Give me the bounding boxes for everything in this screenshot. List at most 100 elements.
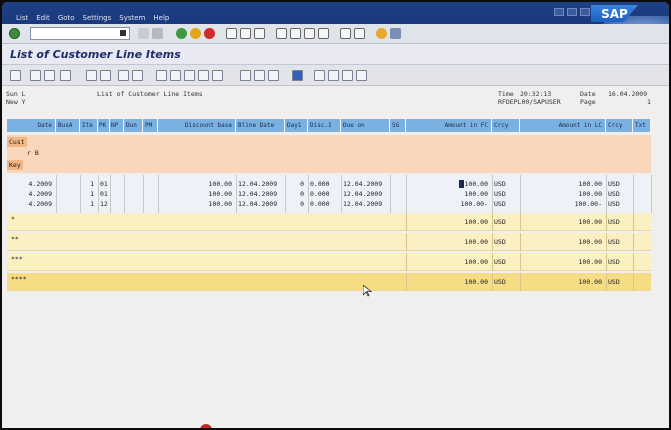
cell-due: 12.04.2009	[343, 200, 383, 208]
table-row[interactable]: 4.2009 1 01 100.00 12.04.2009 0 0.000 12.04.200…	[7, 189, 651, 199]
col-discount-base[interactable]: Discount base	[158, 119, 236, 132]
close-icon[interactable]	[580, 8, 590, 16]
col-crcy-lc[interactable]: Crcy	[606, 119, 633, 132]
shortcut-icon[interactable]	[354, 28, 365, 39]
cell-day1: 0	[300, 180, 304, 188]
column-divider	[651, 175, 652, 213]
total-row[interactable]: *** 100.00 USD 100.00 USD	[7, 253, 651, 271]
cancel-icon[interactable]	[204, 28, 215, 39]
header-date-label: Date	[580, 90, 596, 98]
table-row[interactable]: 4.2009 1 01 100.00 12.04.2009 0 0.000 12.04.200…	[7, 179, 651, 189]
menu-help[interactable]: Help	[153, 14, 169, 22]
first-item-icon[interactable]	[314, 70, 325, 81]
exit-icon[interactable]	[190, 28, 201, 39]
cell-disc-base: 100.00	[208, 190, 232, 198]
table-row[interactable]: 4.2009 1 12 100.00 12.04.2009 0 0.000 12.04.200…	[7, 199, 651, 209]
find-next-icon[interactable]	[254, 28, 265, 39]
next-item-icon[interactable]	[342, 70, 353, 81]
col-dun[interactable]: Dun	[124, 119, 143, 132]
column-divider	[606, 253, 607, 271]
total-row[interactable]: * 100.00 USD 100.00 USD	[7, 213, 651, 231]
next-page-icon[interactable]	[304, 28, 315, 39]
sort-ascending-icon[interactable]	[30, 70, 41, 81]
col-txt[interactable]: Txt	[633, 119, 651, 132]
col-bline-date[interactable]: Bline Date	[236, 119, 285, 132]
print-icon[interactable]	[226, 28, 237, 39]
red-indicator-icon	[200, 424, 212, 428]
col-np[interactable]: NP	[110, 119, 124, 132]
last-page-icon[interactable]	[318, 28, 329, 39]
menu-settings[interactable]: Settings	[83, 14, 112, 22]
create-session-icon[interactable]	[340, 28, 351, 39]
cell-date: 4.2009	[28, 190, 52, 198]
total-level: *	[11, 215, 15, 223]
col-amount-lc[interactable]: Amount in LC	[520, 119, 606, 132]
column-divider	[158, 175, 159, 213]
find-icon[interactable]	[240, 28, 251, 39]
sap-window: List Edit Goto Settings System Help SAP	[2, 2, 669, 428]
col-day1[interactable]: Day1	[285, 119, 308, 132]
minimize-icon[interactable]	[554, 8, 564, 16]
first-page-icon[interactable]	[276, 28, 287, 39]
word-processing-icon[interactable]	[184, 70, 195, 81]
mail-icon[interactable]	[156, 70, 167, 81]
save-layout-icon[interactable]	[268, 70, 279, 81]
sort-descending-icon[interactable]	[44, 70, 55, 81]
details-icon[interactable]	[10, 70, 21, 81]
col-crcy-fc[interactable]: Crcy	[492, 119, 520, 132]
graphic-icon[interactable]	[170, 70, 181, 81]
total-amt-fc: 100.00	[464, 258, 488, 266]
col-amount-fc[interactable]: Amount in FC	[406, 119, 492, 132]
total-row[interactable]: **** 100.00 USD 100.00 USD	[7, 273, 651, 291]
cell-bline: 12.04.2009	[238, 180, 278, 188]
local-file-icon[interactable]	[212, 70, 223, 81]
select-layout-icon[interactable]	[254, 70, 265, 81]
col-due-on[interactable]: Due on	[341, 119, 390, 132]
group-key-label: Key	[7, 160, 23, 170]
list-content: Sun L New Y List of Customer Line Items …	[2, 86, 669, 428]
customer-group-header: Cust r B Key	[7, 135, 651, 173]
menu-system[interactable]: System	[119, 14, 145, 22]
menu-list[interactable]: List	[16, 14, 28, 22]
previous-page-icon[interactable]	[290, 28, 301, 39]
header-date: 16.04.2009	[608, 90, 648, 98]
column-divider	[390, 175, 391, 213]
command-field[interactable]	[30, 27, 130, 40]
total-crcy: USD	[494, 278, 506, 286]
column-divider	[492, 213, 493, 231]
total-icon[interactable]	[86, 70, 97, 81]
col-busa[interactable]: BusA	[56, 119, 80, 132]
information-icon[interactable]	[292, 70, 303, 81]
total-crcy2: USD	[608, 218, 620, 226]
help-icon[interactable]	[376, 28, 387, 39]
col-disc1[interactable]: Disc.1	[308, 119, 341, 132]
subtotal-icon[interactable]	[100, 70, 111, 81]
maximize-icon[interactable]	[567, 8, 577, 16]
layout-icon[interactable]	[390, 28, 401, 39]
column-divider	[308, 175, 309, 213]
menu-edit[interactable]: Edit	[36, 14, 50, 22]
previous-item-icon[interactable]	[328, 70, 339, 81]
col-pm[interactable]: PM	[143, 119, 158, 132]
cell-due: 12.04.2009	[343, 180, 383, 188]
enter-check-icon[interactable]	[9, 28, 20, 39]
menu-goto[interactable]: Goto	[58, 14, 75, 22]
total-row[interactable]: ** 100.00 USD 100.00 USD	[7, 233, 651, 251]
col-date[interactable]: Date	[7, 119, 56, 132]
col-pk[interactable]: PK	[98, 119, 110, 132]
col-ite[interactable]: Ite	[80, 119, 98, 132]
save-icon[interactable]	[152, 28, 163, 39]
change-layout-icon[interactable]	[240, 70, 251, 81]
column-divider	[492, 273, 493, 291]
last-item-icon[interactable]	[356, 70, 367, 81]
filter-icon[interactable]	[60, 70, 71, 81]
col-sg[interactable]: SG	[390, 119, 406, 132]
spreadsheet-icon[interactable]	[198, 70, 209, 81]
column-divider	[520, 273, 521, 291]
header-page-label: Page	[580, 98, 596, 106]
back-icon[interactable]	[176, 28, 187, 39]
print-preview-icon[interactable]	[118, 70, 129, 81]
header-time-label: Time	[498, 90, 514, 98]
command-dropdown-icon[interactable]	[120, 30, 126, 36]
export-icon[interactable]	[132, 70, 143, 81]
